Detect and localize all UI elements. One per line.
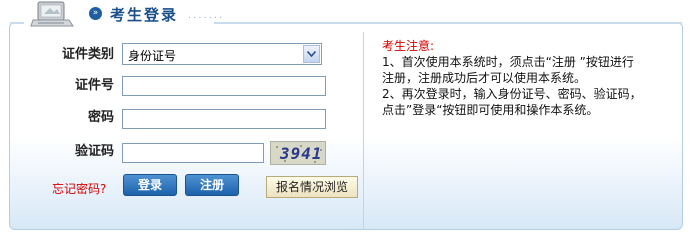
panel-divider bbox=[363, 32, 364, 230]
notice-line: 1、首次使用本系统时，须点击“注册 ”按钮进行 bbox=[382, 55, 634, 69]
notice-title: 考生注意: bbox=[382, 39, 435, 53]
login-button[interactable]: 登录 bbox=[123, 174, 177, 196]
notice-line: 点击”登录“按钮即可使用和操作本系统。 bbox=[382, 103, 599, 117]
id-number-label: 证件号 bbox=[74, 78, 114, 93]
monitor-icon bbox=[30, 1, 74, 27]
notice-line: 2、再次登录时，输入身份证号、密码、验证码， bbox=[382, 87, 642, 101]
browse-registration-button[interactable]: 报名情况浏览 bbox=[266, 176, 358, 198]
id-type-label: 证件类别 bbox=[61, 47, 114, 62]
chevron-down-icon[interactable] bbox=[303, 45, 320, 63]
captcha-input[interactable] bbox=[122, 143, 264, 163]
header-bullet-icon: » bbox=[89, 7, 102, 20]
captcha-text: 3941 bbox=[280, 144, 323, 163]
page-title: 考生登录 bbox=[110, 6, 179, 24]
captcha-label: 验证码 bbox=[74, 144, 114, 159]
notice-line: 注册，注册成功后才可以使用本系统。 bbox=[382, 71, 587, 85]
register-button[interactable]: 注册 bbox=[185, 174, 239, 196]
notice-body: 1、首次使用本系统时，须点击“注册 ”按钮进行 注册，注册成功后才可以使用本系统… bbox=[382, 54, 672, 118]
id-number-input[interactable] bbox=[122, 76, 326, 96]
password-input[interactable] bbox=[122, 109, 326, 129]
id-type-select[interactable]: 身份证号 bbox=[122, 43, 322, 65]
forgot-password-link[interactable]: 忘记密码? bbox=[52, 180, 106, 197]
password-label: 密码 bbox=[87, 110, 114, 125]
captcha-image[interactable]: 3941 bbox=[270, 141, 326, 165]
header-decoration: ······· bbox=[188, 13, 225, 24]
id-type-value: 身份证号 bbox=[128, 49, 177, 63]
